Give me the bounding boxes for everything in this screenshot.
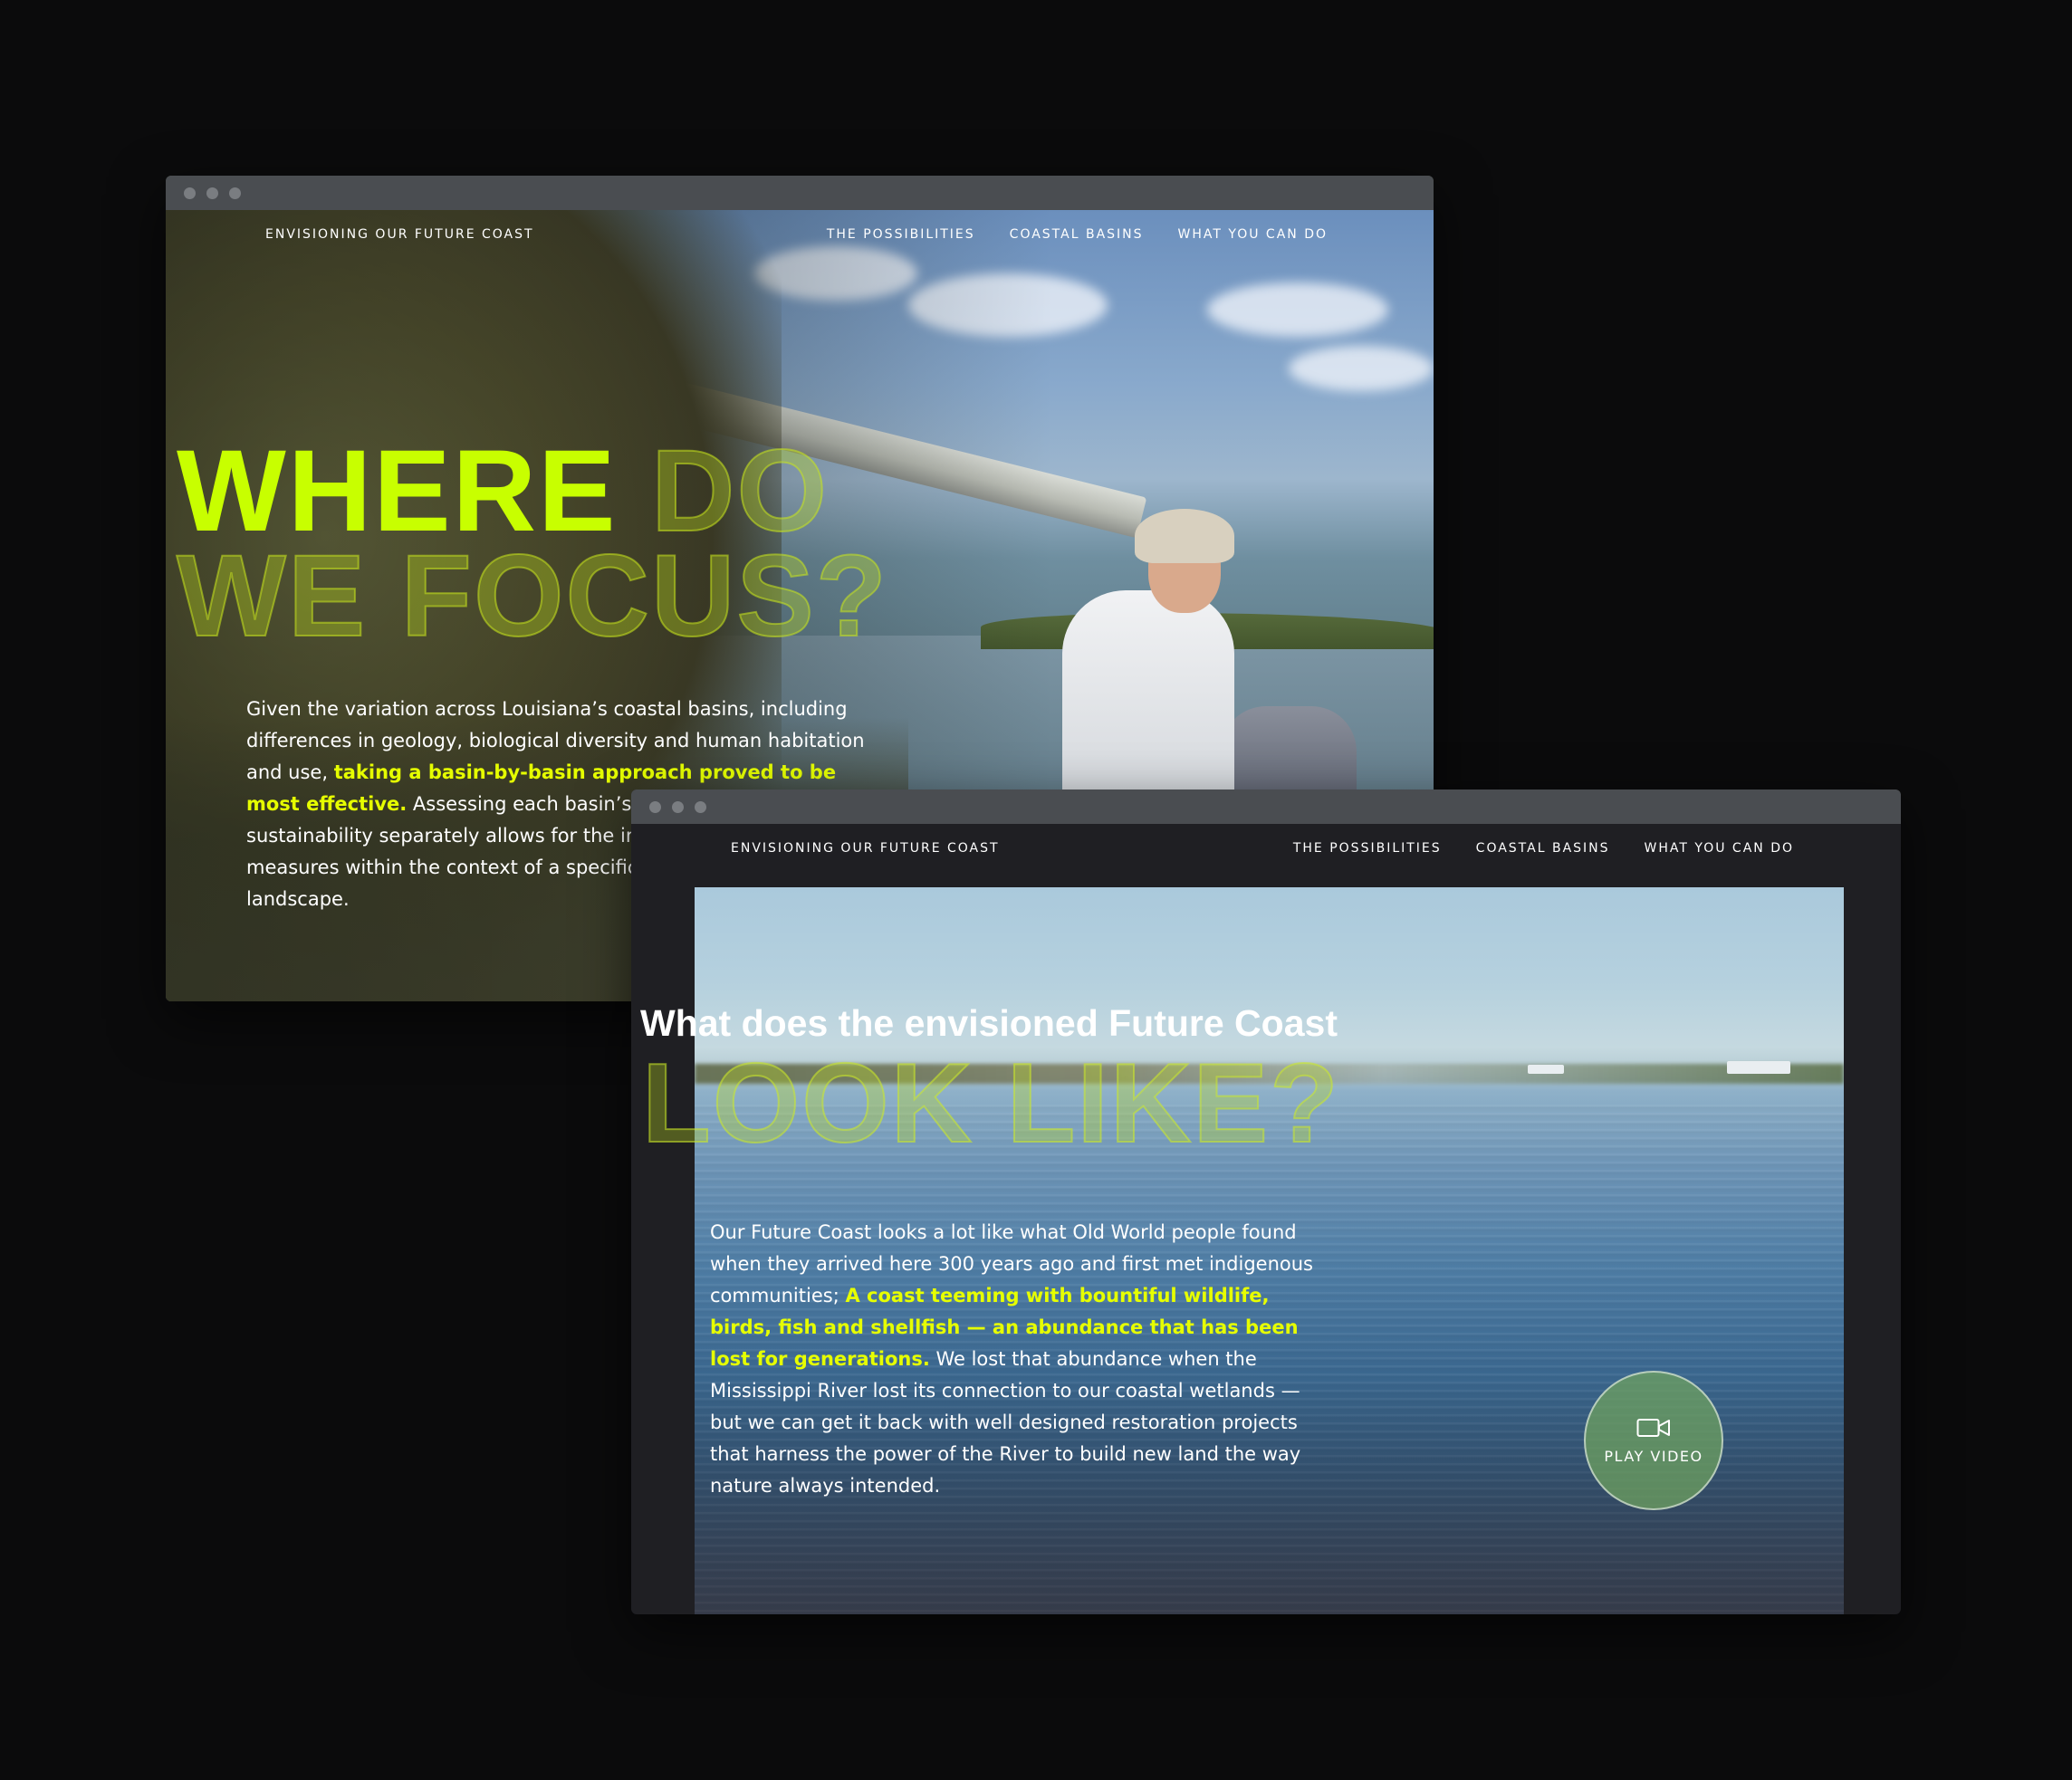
distant-ship <box>1727 1061 1790 1074</box>
nav-link-coastal-basins[interactable]: COASTAL BASINS <box>1476 841 1610 856</box>
nav-link-what-you-can-do[interactable]: WHAT YOU CAN DO <box>1645 841 1794 856</box>
play-video-label: PLAY VIDEO <box>1604 1447 1703 1465</box>
nav-links: THE POSSIBILITIES COASTAL BASINS WHAT YO… <box>827 227 1328 242</box>
window-minimize-dot[interactable] <box>206 187 218 199</box>
window-maximize-dot[interactable] <box>695 800 706 813</box>
headline-ghost-line: WE FOCUS? <box>176 531 888 661</box>
window-titlebar <box>166 176 1434 210</box>
paragraph-text: measures within the context of a specifi… <box>246 857 638 878</box>
play-video-button[interactable]: PLAY VIDEO <box>1584 1371 1723 1510</box>
video-camera-icon <box>1636 1418 1670 1437</box>
nav-link-the-possibilities[interactable]: THE POSSIBILITIES <box>827 227 975 242</box>
window-close-dot[interactable] <box>184 187 196 199</box>
window-maximize-dot[interactable] <box>229 187 241 199</box>
top-navigation: ENVISIONING OUR FUTURE COAST THE POSSIBI… <box>166 210 1434 259</box>
nav-link-what-you-can-do[interactable]: WHAT YOU CAN DO <box>1178 227 1328 242</box>
nav-link-coastal-basins[interactable]: COASTAL BASINS <box>1010 227 1144 242</box>
nav-links: THE POSSIBILITIES COASTAL BASINS WHAT YO… <box>1293 841 1794 856</box>
site-brand-link[interactable]: ENVISIONING OUR FUTURE COAST <box>265 227 534 242</box>
paragraph-text: We lost that abundance when the Mississi… <box>710 1348 1301 1497</box>
site-brand-link[interactable]: ENVISIONING OUR FUTURE COAST <box>731 841 1000 856</box>
window-minimize-dot[interactable] <box>672 800 684 813</box>
top-navigation: ENVISIONING OUR FUTURE COAST THE POSSIBI… <box>631 824 1901 873</box>
nav-link-the-possibilities[interactable]: THE POSSIBILITIES <box>1293 841 1442 856</box>
paragraph-text: landscape. <box>246 888 350 910</box>
section-title: What does the envisioned Future Coast <box>640 1002 1338 1044</box>
ghost-headline: LOOK LIKE? <box>641 1041 1340 1166</box>
distant-ship <box>1528 1065 1564 1074</box>
window-titlebar <box>631 790 1901 824</box>
browser-window-look-like: ENVISIONING OUR FUTURE COAST THE POSSIBI… <box>631 790 1901 1614</box>
window-close-dot[interactable] <box>649 800 661 813</box>
section-paragraph: Our Future Coast looks a lot like what O… <box>710 1217 1326 1502</box>
hero-headline: WHERE DO WE FOCUS? <box>176 433 888 656</box>
